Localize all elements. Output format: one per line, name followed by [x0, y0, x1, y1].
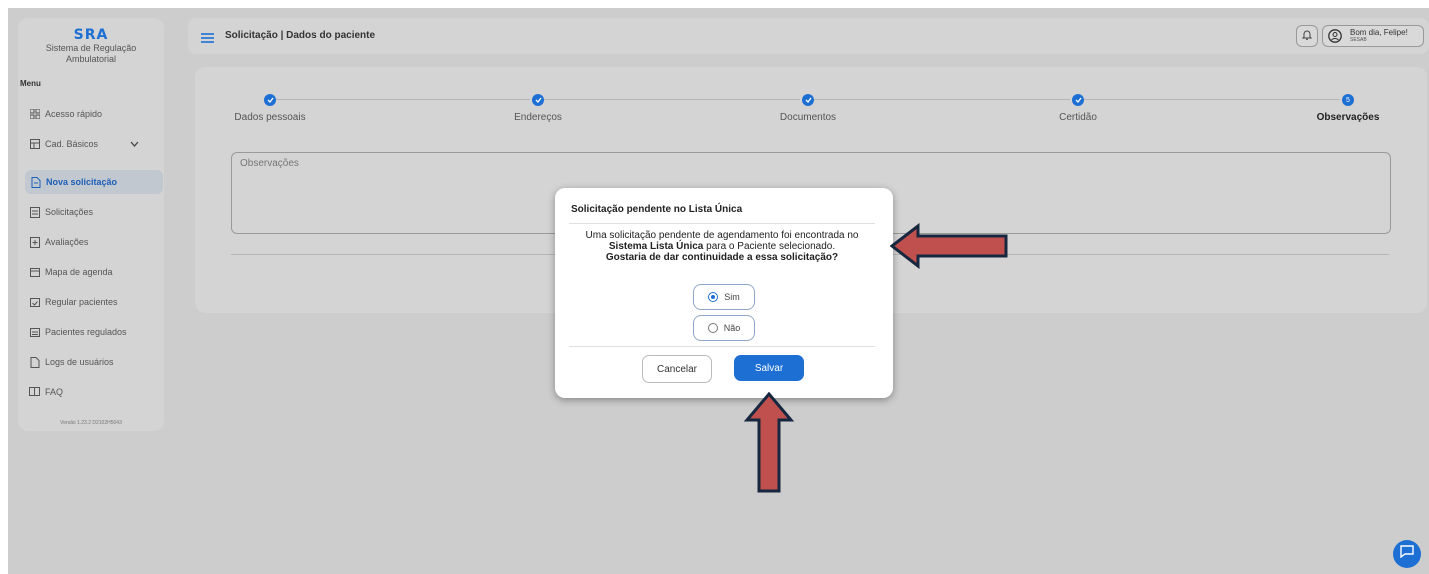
brand: SRA Sistema de Regulação Ambulatorial	[18, 27, 164, 65]
bell-icon	[1301, 27, 1313, 45]
app-logo: SRA	[73, 27, 109, 43]
hamburger-menu-icon[interactable]	[201, 30, 214, 48]
sidebar-item-cad-basicos[interactable]: Cad. Básicos	[24, 132, 158, 156]
modal-question: Gostaria de dar continuidade a essa soli…	[605, 252, 839, 263]
sidebar-item-label: Pacientes regulados	[45, 327, 127, 337]
sidebar-item-nova-solicitacao[interactable]: Nova solicitação	[25, 170, 163, 194]
sidebar-item-label: Cad. Básicos	[45, 139, 99, 149]
sidebar-item-label: FAQ	[45, 387, 64, 397]
sidebar-item-regular-pacientes[interactable]: Regular pacientes	[24, 290, 158, 314]
user-menu[interactable]: Bom dia, Felipe! SESAB	[1322, 25, 1424, 47]
sidebar-item-avaliacoes[interactable]: Avaliações	[24, 230, 158, 254]
table-icon	[29, 139, 40, 150]
option-nao-radio[interactable]: Não	[693, 315, 755, 341]
sidebar-item-label: Acesso rápido	[45, 109, 103, 119]
modal-divider	[569, 223, 875, 224]
calendar-icon	[29, 267, 40, 278]
notifications-button[interactable]	[1296, 25, 1318, 47]
chat-button[interactable]	[1393, 540, 1421, 568]
app-subtitle-line2: Ambulatorial	[65, 54, 117, 64]
app-screen: SRA Sistema de Regulação Ambulatorial Me…	[8, 8, 1429, 574]
book-icon	[29, 387, 40, 398]
sidebar-item-label: Nova solicitação	[46, 177, 118, 187]
step-label: Observações	[1316, 112, 1380, 123]
modal-message-part1: Uma solicitação pendente de agendamento …	[585, 230, 859, 241]
doc-plus-icon	[29, 236, 40, 248]
cancel-button[interactable]: Cancelar	[642, 355, 712, 383]
observacoes-placeholder: Observações	[240, 158, 299, 169]
step-documentos[interactable]: Documentos	[760, 94, 856, 123]
step-dados-pessoais[interactable]: Dados pessoais	[222, 94, 318, 123]
modal-title: Solicitação pendente no Lista Única	[571, 204, 743, 215]
step-certidao[interactable]: Certidão	[1030, 94, 1126, 123]
sidebar-item-label: Solicitações	[45, 207, 94, 217]
annotation-arrow-left	[890, 223, 1008, 269]
version-text: Versão 1.23.2 D2102H5043	[60, 420, 122, 426]
sidebar-item-pacientes-regulados[interactable]: Pacientes regulados	[24, 320, 158, 344]
sidebar-item-label: Mapa de agenda	[45, 267, 113, 277]
check-icon	[1072, 94, 1084, 106]
step-observacoes[interactable]: 5 Observações	[1304, 94, 1392, 123]
calendar-list-icon	[29, 327, 40, 338]
top-bar: Solicitação | Dados do paciente Bom dia,…	[188, 18, 1429, 54]
radio-unselected-icon	[707, 323, 718, 333]
user-avatar-icon	[1328, 29, 1342, 48]
step-label: Documentos	[779, 112, 837, 123]
step-number: 5	[1342, 94, 1354, 106]
sidebar-item-mapa-de-agenda[interactable]: Mapa de agenda	[24, 260, 158, 284]
sidebar-item-label: Regular pacientes	[45, 297, 118, 307]
sidebar-item-label: Logs de usuários	[45, 357, 114, 367]
option-nao-label: Não	[723, 323, 741, 333]
pending-request-modal: Solicitação pendente no Lista Única Uma …	[555, 188, 893, 398]
app-subtitle-line1: Sistema de Regulação	[45, 43, 137, 53]
calendar-check-icon	[29, 297, 40, 308]
user-org: SESAB	[1350, 37, 1367, 43]
annotation-arrow-up	[743, 392, 795, 493]
step-label: Dados pessoais	[234, 112, 306, 123]
menu-label: Menu	[20, 79, 41, 88]
modal-message-bold: Sistema Lista Única	[608, 241, 704, 252]
option-sim-label: Sim	[724, 292, 740, 302]
chat-icon	[1400, 545, 1414, 563]
step-label: Certidão	[1059, 112, 1097, 123]
check-icon	[264, 94, 276, 106]
sidebar-item-acesso-rapido[interactable]: Acesso rápido	[24, 102, 158, 126]
user-greeting: Bom dia, Felipe!	[1350, 28, 1408, 37]
step-enderecos[interactable]: Endereços	[490, 94, 586, 123]
sidebar-item-solicitacoes[interactable]: Solicitações	[24, 200, 158, 224]
doc-icon	[29, 206, 40, 218]
page-title: Solicitação | Dados do paciente	[225, 30, 376, 41]
sidebar-item-faq[interactable]: FAQ	[24, 380, 158, 404]
log-icon	[29, 356, 40, 368]
check-icon	[802, 94, 814, 106]
sidebar: SRA Sistema de Regulação Ambulatorial Me…	[18, 18, 164, 431]
modal-message-part2: para o Paciente selecionado.	[703, 241, 836, 252]
chevron-down-icon[interactable]	[130, 139, 139, 149]
sidebar-item-logs-de-usuarios[interactable]: Logs de usuários	[24, 350, 158, 374]
modal-message: Uma solicitação pendente de agendamento …	[569, 230, 875, 263]
modal-divider	[569, 346, 875, 347]
radio-selected-icon	[708, 292, 719, 302]
check-icon	[532, 94, 544, 106]
option-sim-radio[interactable]: Sim	[693, 284, 755, 310]
sidebar-item-label: Avaliações	[45, 237, 89, 247]
save-button[interactable]: Salvar	[734, 355, 804, 381]
step-label: Endereços	[514, 112, 562, 123]
grid-icon	[29, 109, 40, 120]
new-doc-icon	[30, 176, 41, 188]
